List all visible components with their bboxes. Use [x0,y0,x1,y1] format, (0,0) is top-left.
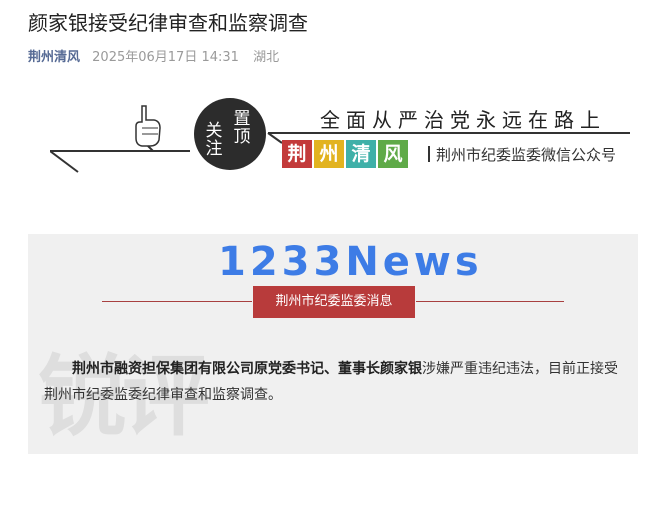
account-name-link[interactable]: 荆州清风 [28,50,80,65]
article-meta: 荆州清风 2025年06月17日 14:31 湖北 [28,48,279,68]
hand-pointing-icon [135,105,161,152]
follow-label: 关注 [205,121,223,159]
news-card: 锐评 1233News 荆州市纪委监委消息 荆州市融资担保集团有限公司原党委书记… [28,234,638,454]
public-account-name: 荆州市纪委监委微信公众号 [428,144,616,165]
brand-logo: 荆 州 清 风 [282,140,410,168]
paragraph-lead: 荆州市融资担保集团有限公司原党委书记、董事长颜家银 [72,361,422,377]
slogan-text: 全面从严治党永远在路上 [320,108,606,132]
brand-char: 风 [378,140,408,168]
divider-left [102,301,252,302]
brand-char: 清 [346,140,376,168]
follow-pin-badge[interactable]: 置顶 关注 [194,98,266,170]
publish-location: 湖北 [253,50,280,65]
publish-date: 2025年06月17日 14:31 [92,50,239,65]
pin-top-label: 置顶 [233,109,251,147]
article-title: 颜家银接受纪律审查和监察调查 [28,11,308,35]
divider-right [416,301,564,302]
article-paragraph: 荆州市融资担保集团有限公司原党委书记、董事长颜家银涉嫌严重违纪违法，目前正接受荆… [44,356,630,408]
source-badge: 荆州市纪委监委消息 [253,286,415,318]
brand-char: 州 [314,140,344,168]
news-logo: 1233News [218,239,483,285]
header-banner-image: 置顶 关注 全面从严治党永远在路上 荆 州 清 风 荆州市纪委监委微信公众号 [50,96,630,178]
brand-char: 荆 [282,140,312,168]
